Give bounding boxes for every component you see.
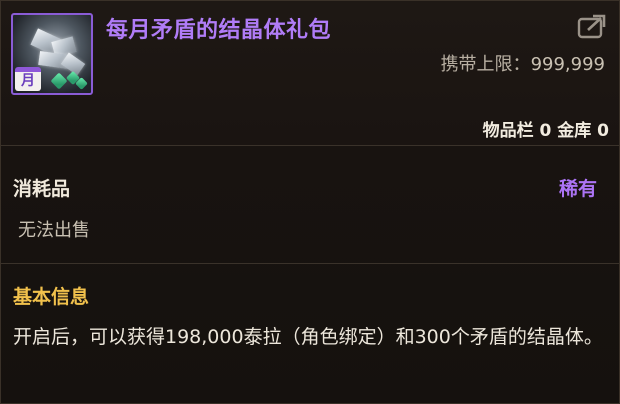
share-icon[interactable]: [577, 13, 607, 39]
basic-info-title: 基本信息: [13, 286, 90, 308]
crystal-pack-icon: 月: [11, 13, 93, 95]
carry-limit: 携带上限：999,999: [441, 50, 605, 76]
header-divider: [1, 145, 619, 146]
item-tooltip: 月 每月矛盾的结晶体礼包 携带上限：999,999 物品栏 0 金库 0 消耗品…: [0, 0, 620, 404]
sell-status: 无法出售: [18, 220, 90, 241]
item-category: 消耗品: [13, 178, 71, 200]
carry-limit-value: 999,999: [530, 54, 605, 75]
item-description: 开启后，可以获得198,000泰拉（角色绑定）和300个矛盾的结晶体。: [13, 326, 603, 348]
inventory-count: 物品栏 0 金库 0: [482, 121, 609, 141]
month-badge: 月: [15, 67, 41, 91]
item-rarity: 稀有: [558, 178, 597, 200]
item-title: 每月矛盾的结晶体礼包: [106, 18, 332, 43]
tooltip-header: 月 每月矛盾的结晶体礼包 携带上限：999,999 物品栏 0 金库 0: [1, 1, 619, 145]
carry-limit-label: 携带上限：: [440, 54, 531, 75]
section-divider: [1, 263, 619, 264]
